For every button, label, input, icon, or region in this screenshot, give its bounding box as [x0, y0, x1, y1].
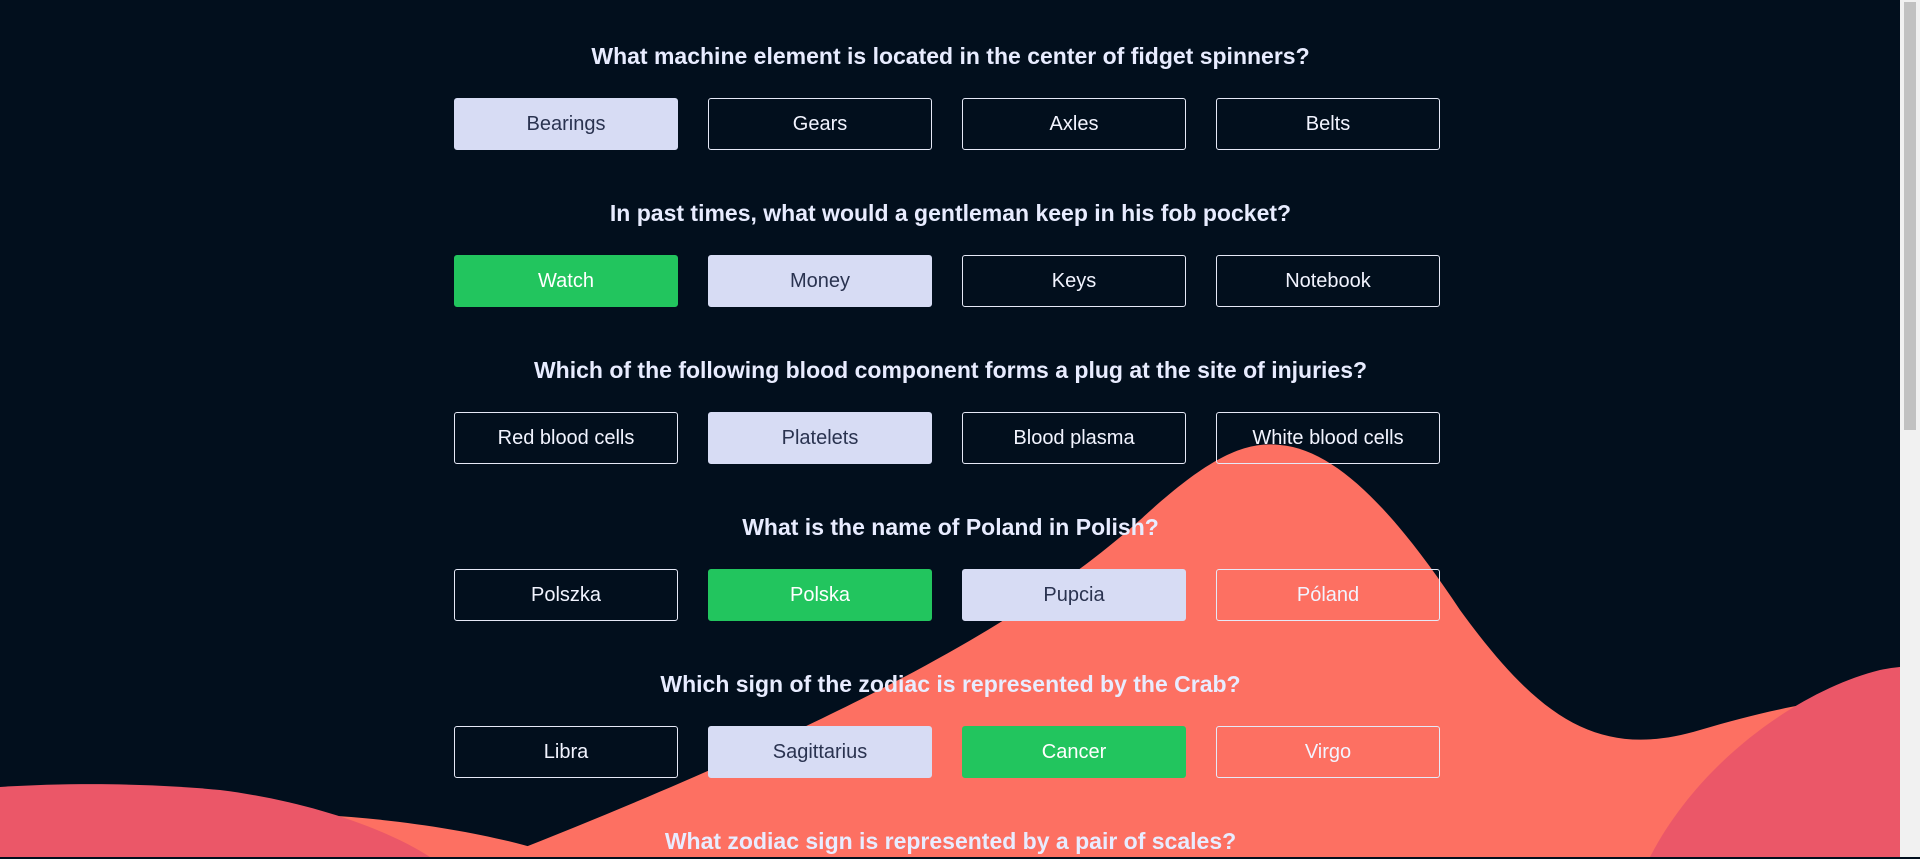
answer-button[interactable]: Platelets: [708, 412, 932, 464]
answer-button[interactable]: Blood plasma: [962, 412, 1186, 464]
answer-button[interactable]: Polska: [708, 569, 932, 621]
question-text: In past times, what would a gentleman ke…: [609, 200, 1292, 226]
answer-button[interactable]: Bearings: [454, 98, 678, 150]
question-block: What machine element is located in the c…: [454, 38, 1447, 150]
question-text: What machine element is located in the c…: [591, 43, 1310, 69]
answer-button[interactable]: Virgo: [1216, 726, 1440, 778]
answer-button[interactable]: Watch: [454, 255, 678, 307]
answer-button[interactable]: Cancer: [962, 726, 1186, 778]
answer-button[interactable]: Notebook: [1216, 255, 1440, 307]
answer-button[interactable]: Polszka: [454, 569, 678, 621]
answer-button[interactable]: Belts: [1216, 98, 1440, 150]
question-text: Which sign of the zodiac is represented …: [660, 671, 1241, 697]
answer-options: Libra Sagittarius Cancer Virgo: [454, 726, 1447, 778]
answer-button[interactable]: Axles: [962, 98, 1186, 150]
question-block: What is the name of Poland in Polish? Po…: [454, 509, 1447, 621]
question-block: Which sign of the zodiac is represented …: [454, 666, 1447, 778]
answer-button[interactable]: Pupcia: [962, 569, 1186, 621]
scrollbar-thumb[interactable]: [1904, 2, 1916, 430]
answer-button[interactable]: Libra: [454, 726, 678, 778]
question-block: What zodiac sign is represented by a pai…: [454, 823, 1447, 859]
answer-button[interactable]: White blood cells: [1216, 412, 1440, 464]
answer-options: Polszka Polska Pupcia Póland: [454, 569, 1447, 621]
answer-button[interactable]: Póland: [1216, 569, 1440, 621]
answer-button[interactable]: Keys: [962, 255, 1186, 307]
answer-options: Bearings Gears Axles Belts: [454, 98, 1447, 150]
answer-options: Red blood cells Platelets Blood plasma W…: [454, 412, 1447, 464]
answer-button[interactable]: Money: [708, 255, 932, 307]
answer-button[interactable]: Red blood cells: [454, 412, 678, 464]
answer-button[interactable]: Sagittarius: [708, 726, 932, 778]
question-text: What is the name of Poland in Polish?: [742, 514, 1159, 540]
answer-button[interactable]: Gears: [708, 98, 932, 150]
question-text: What zodiac sign is represented by a pai…: [664, 828, 1237, 854]
question-block: In past times, what would a gentleman ke…: [454, 195, 1447, 307]
question-text: Which of the following blood component f…: [533, 357, 1368, 383]
answer-options: Watch Money Keys Notebook: [454, 255, 1447, 307]
quiz-results-list: What machine element is located in the c…: [0, 0, 1900, 857]
question-block: Which of the following blood component f…: [454, 352, 1447, 464]
